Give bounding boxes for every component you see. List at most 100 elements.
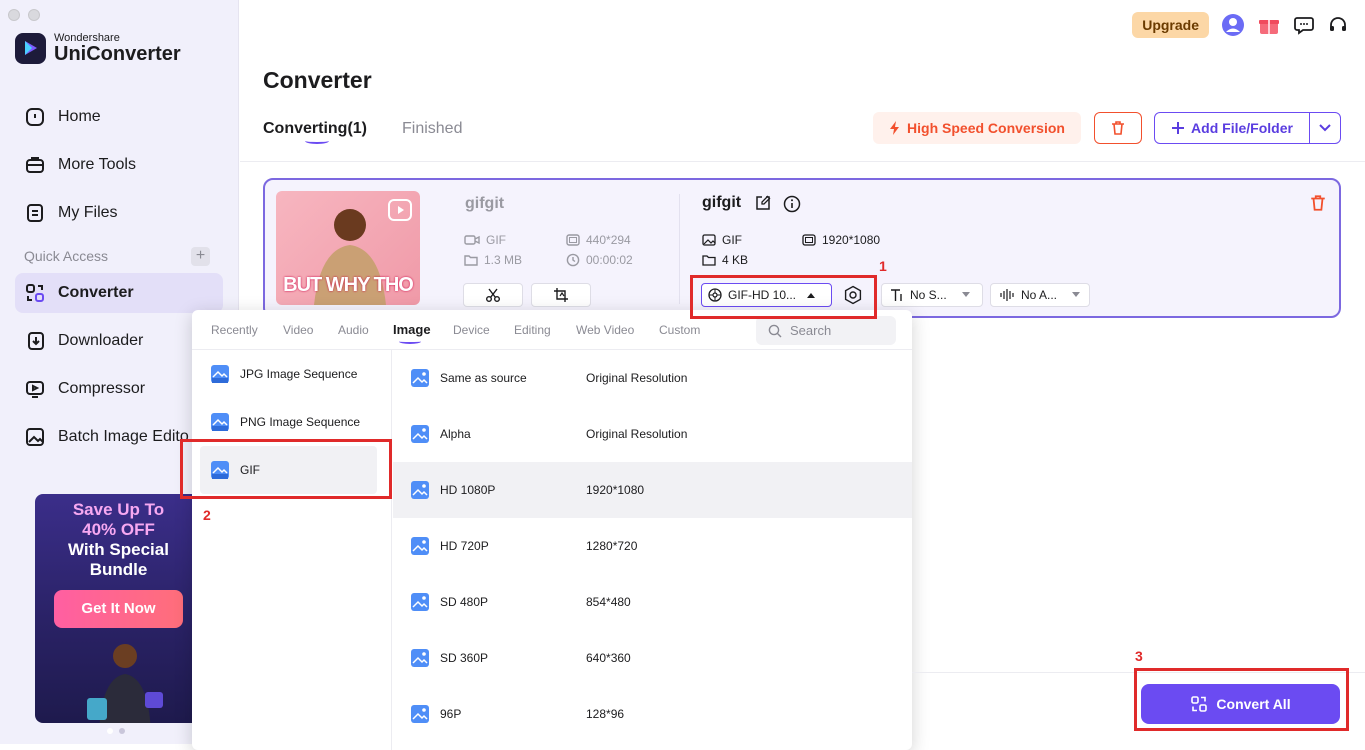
video-badge-icon — [388, 199, 412, 221]
tab-audio[interactable]: Audio — [338, 323, 369, 337]
promo-line-1: Save Up To — [72, 500, 165, 519]
quick-access-add-button[interactable]: + — [191, 247, 210, 266]
promo-banner[interactable]: Save Up To 40% OFF With Special Bundle G… — [35, 494, 202, 723]
resolution-icon — [802, 234, 816, 246]
sidebar-item-label: Downloader — [58, 332, 144, 349]
quality-row-sd-360p[interactable]: SD 360P 640*360 — [393, 630, 912, 686]
search-icon — [768, 324, 782, 337]
user-avatar-icon[interactable] — [1221, 13, 1245, 37]
tab-video[interactable]: Video — [283, 323, 313, 337]
compressor-icon — [26, 381, 44, 398]
source-format-value: GIF — [486, 233, 506, 247]
annotation-box-3 — [1134, 668, 1349, 731]
source-duration: 00:00:02 — [566, 253, 633, 267]
format-list: JPG Image Sequence PNG Image Sequence GI… — [192, 350, 392, 750]
tab-converting[interactable]: Converting(1) — [263, 120, 367, 138]
gift-icon[interactable] — [1257, 13, 1281, 37]
tab-custom[interactable]: Custom — [659, 323, 700, 337]
png-file-icon — [211, 413, 229, 431]
audio-select[interactable]: No A... — [990, 283, 1090, 307]
add-file-dropdown-button[interactable] — [1310, 123, 1340, 133]
search-placeholder: Search — [790, 323, 832, 338]
annotation-number-2: 2 — [203, 507, 211, 523]
sidebar-item-label: More Tools — [58, 156, 136, 173]
quality-resolution: 854*480 — [586, 595, 631, 609]
resolution-icon — [566, 234, 580, 246]
sidebar-item-home[interactable]: Home — [15, 97, 223, 137]
quality-name: HD 720P — [440, 539, 489, 553]
sidebar-item-label: Compressor — [58, 380, 146, 397]
target-size: 4 KB — [702, 253, 748, 267]
delete-all-button[interactable] — [1094, 112, 1142, 144]
quality-name: SD 360P — [440, 651, 489, 665]
support-headset-icon[interactable] — [1327, 14, 1349, 36]
sidebar-item-label: Home — [58, 108, 101, 125]
target-format-value: GIF — [722, 233, 742, 247]
trim-button[interactable] — [463, 283, 523, 307]
quality-name: Same as source — [440, 371, 527, 385]
quality-row-hd-1080p[interactable]: HD 1080P 1920*1080 — [393, 462, 912, 518]
sidebar-item-label: My Files — [58, 204, 118, 221]
quality-row-sd-480p[interactable]: SD 480P 854*480 — [393, 574, 912, 630]
image-quality-icon — [411, 537, 429, 555]
remove-file-icon[interactable] — [1309, 194, 1327, 212]
target-size-value: 4 KB — [722, 253, 749, 267]
image-quality-icon — [411, 425, 429, 443]
tab-image[interactable]: Image — [393, 322, 431, 337]
upgrade-button[interactable]: Upgrade — [1132, 12, 1209, 38]
source-resolution-value: 440*294 — [586, 233, 631, 247]
quality-row-hd-720p[interactable]: HD 720P 1280*720 — [393, 518, 912, 574]
annotation-number-3: 3 — [1135, 648, 1143, 664]
sidebar-item-my-files[interactable]: My Files — [15, 193, 223, 233]
tab-device[interactable]: Device — [453, 323, 490, 337]
edit-name-icon[interactable] — [755, 195, 771, 211]
chat-icon[interactable] — [1293, 14, 1315, 36]
card-divider — [679, 194, 680, 304]
tab-recently[interactable]: Recently — [211, 323, 258, 337]
tab-web-video[interactable]: Web Video — [576, 323, 634, 337]
format-popup: Recently Video Audio Image Device Editin… — [192, 310, 912, 750]
target-resolution-value: 1920*1080 — [822, 233, 881, 247]
subtitle-value: No S... — [910, 288, 947, 302]
sidebar-item-converter[interactable]: Converter — [15, 273, 223, 313]
uniconverter-logo-icon — [15, 32, 46, 64]
target-format: GIF — [702, 233, 742, 247]
brand-name: UniConverter — [54, 43, 181, 65]
add-file-folder-button[interactable]: Add File/Folder — [1154, 112, 1341, 144]
promo-get-it-now-button[interactable]: Get It Now — [54, 590, 183, 628]
annotation-number-1: 1 — [879, 258, 887, 274]
quality-resolution: 128*96 — [586, 707, 625, 721]
toolbox-icon — [26, 157, 44, 173]
source-resolution: 440*294 — [566, 233, 631, 247]
promo-pagination[interactable] — [107, 728, 125, 734]
source-file-name: gifgit — [465, 195, 505, 212]
close-window-button[interactable] — [8, 9, 20, 21]
crop-button[interactable] — [531, 283, 591, 307]
audio-value: No A... — [1021, 288, 1058, 302]
annotation-box-1 — [690, 275, 877, 319]
video-thumbnail[interactable]: BUT WHY THO — [276, 191, 420, 305]
quality-resolution: 640*360 — [586, 651, 631, 665]
format-item-jpg-sequence[interactable]: JPG Image Sequence — [200, 350, 377, 398]
quality-row-same-as-source[interactable]: Same as source Original Resolution — [393, 350, 912, 406]
sidebar-item-label: Batch Image Edito — [58, 428, 189, 445]
sidebar-item-more-tools[interactable]: More Tools — [15, 145, 223, 185]
subtitle-select[interactable]: No S... — [881, 283, 983, 307]
text-subtitle-icon — [891, 289, 902, 301]
promo-line-2: 40% OFF — [82, 520, 155, 539]
image-quality-icon — [411, 369, 429, 387]
quality-resolution: 1280*720 — [586, 539, 638, 553]
quality-row-96p[interactable]: 96P 128*96 — [393, 686, 912, 742]
annotation-box-2 — [180, 439, 392, 499]
info-icon[interactable] — [783, 195, 801, 213]
quality-row-alpha[interactable]: Alpha Original Resolution — [393, 406, 912, 462]
high-speed-conversion-button[interactable]: High Speed Conversion — [873, 112, 1081, 144]
tab-editing[interactable]: Editing — [514, 323, 551, 337]
promo-line-3: With Special — [68, 540, 169, 559]
page-title: Converter — [263, 67, 372, 93]
source-size-value: 1.3 MB — [484, 253, 523, 267]
tab-finished[interactable]: Finished — [402, 120, 462, 138]
files-icon — [27, 204, 43, 222]
minimize-window-button[interactable] — [28, 9, 40, 21]
format-search-input[interactable]: Search — [756, 316, 896, 345]
